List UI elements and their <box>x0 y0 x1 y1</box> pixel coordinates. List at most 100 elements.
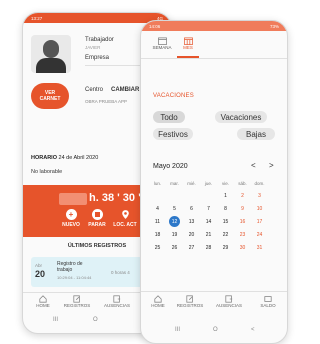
left-nav-records[interactable]: REGISTROS <box>59 295 95 308</box>
calendar-day[interactable]: 5 <box>168 203 181 214</box>
left-nav-home[interactable]: HOME <box>29 295 57 308</box>
calendar-month-icon <box>183 37 193 45</box>
right-status-bar: 14:06 73% <box>141 21 287 31</box>
calendar-day[interactable]: 19 <box>168 229 181 240</box>
calendar-day[interactable]: 16 <box>236 216 249 227</box>
worker-photo-body <box>36 58 66 73</box>
calendar-day[interactable]: 25 <box>151 242 164 253</box>
calendar-day[interactable]: 3 <box>253 190 266 201</box>
center-label: Centro <box>85 87 104 93</box>
calendar-day[interactable]: 18 <box>151 229 164 240</box>
record-time: 10:29:04 - 11:04:44 <box>57 275 92 280</box>
record-day: 20 <box>35 269 46 279</box>
filter-chip-all[interactable]: Todo <box>153 111 185 123</box>
calendar-month-label: Mayo 2020 <box>153 163 188 170</box>
location-pin-icon <box>121 210 129 219</box>
left-nav-absences-label: AUSENCIAS <box>103 303 130 308</box>
calendar-empty-cell <box>202 190 215 201</box>
worker-label: Trabajador <box>85 37 114 43</box>
weekday-label: mié. <box>187 181 196 186</box>
calendar-day[interactable]: 20 <box>185 229 198 240</box>
filter-chip-sick-leave[interactable]: Bajas <box>237 128 275 140</box>
right-nav-balance[interactable]: SALDO <box>253 295 283 308</box>
calendar-day[interactable]: 7 <box>202 203 215 214</box>
calendar-day[interactable]: 30 <box>236 242 249 253</box>
right-nav-balance-label: SALDO <box>260 303 276 308</box>
filter-chip-vacations[interactable]: Vacaciones <box>215 111 267 123</box>
calendar-week-row: 4 5 6 7 8 9 10 <box>151 203 266 214</box>
left-status-time: 13:27 <box>31 15 43 21</box>
calendar-day[interactable]: 12 <box>169 216 180 227</box>
filter-chip-holidays[interactable]: Festivos <box>153 128 193 140</box>
right-nav-absences[interactable]: AUSENCIAS <box>211 295 247 308</box>
right-system-home-button[interactable]: O <box>213 327 218 333</box>
weekday-label: sáb. <box>238 181 247 186</box>
plus-icon: + <box>65 209 77 220</box>
calendar-day[interactable]: 1 <box>219 190 232 201</box>
change-center-link[interactable]: CAMBIAR <box>111 87 139 93</box>
calendar-day[interactable]: 15 <box>219 216 232 227</box>
weekday-header: lun. mar. mié. jue. vie. sáb. dom. <box>151 181 266 186</box>
new-record-button[interactable]: + NUEVO <box>59 209 83 228</box>
calendar-day[interactable]: 24 <box>253 229 266 240</box>
calendar-day[interactable]: 28 <box>202 242 215 253</box>
right-status-time: 14:06 <box>149 23 161 29</box>
tabs-divider <box>141 58 287 59</box>
calendar-day[interactable]: 21 <box>202 229 215 240</box>
right-nav-home-label: HOME <box>151 303 165 308</box>
view-card-button[interactable]: VER CARNET <box>31 83 69 109</box>
tab-week[interactable]: SEMANA <box>149 37 175 50</box>
left-nav-absences[interactable]: AUSENCIAS <box>99 295 135 308</box>
absence-icon <box>113 295 121 303</box>
right-nav-home[interactable]: HOME <box>145 295 171 308</box>
worker-photo <box>31 35 71 73</box>
right-system-back-button[interactable]: < <box>251 327 255 333</box>
calendar-day[interactable]: 14 <box>202 216 215 227</box>
weekday-label: vie. <box>221 181 229 186</box>
calendar-day[interactable]: 8 <box>219 203 232 214</box>
weekday-label: jue. <box>204 181 213 186</box>
calendar-week-row: 123 <box>151 190 266 201</box>
right-system-recents-button[interactable]: III <box>175 327 180 333</box>
calendar-empty-cell <box>185 190 198 201</box>
left-nav-home-label: HOME <box>36 303 50 308</box>
calendar-day[interactable]: 22 <box>219 229 232 240</box>
section-title: VACACIONES <box>153 93 194 99</box>
calendar-weeks: 1 2 3 4 5 6 7 8 9 10 11 12 13 14 15 16 17 18 19 20 21 22 23 24 2… <box>151 190 266 253</box>
calendar-next-button[interactable]: > <box>269 161 274 170</box>
home-icon <box>154 295 162 303</box>
left-system-recents-button[interactable]: III <box>53 317 58 323</box>
new-record-label: NUEVO <box>62 222 80 228</box>
tab-month[interactable]: MES <box>175 37 201 50</box>
worker-photo-head <box>43 40 59 58</box>
left-nav-records-label: REGISTROS <box>63 303 91 308</box>
stop-button[interactable]: PARAR <box>85 209 109 228</box>
timer-hours-box <box>59 193 87 205</box>
weekday-label: lun. <box>153 181 162 186</box>
calendar-day[interactable]: 17 <box>253 216 266 227</box>
record-title: Registro de trabajo <box>57 261 83 273</box>
calendar-day[interactable]: 31 <box>253 242 266 253</box>
left-system-home-button[interactable]: O <box>93 317 98 323</box>
calendar-day[interactable]: 2 <box>236 190 249 201</box>
calendar-day[interactable]: 13 <box>185 216 198 227</box>
schedule-label: HORARIO <box>31 155 57 161</box>
timer-display: h. 38 ' 30 " <box>89 192 144 204</box>
weekday-label: mar. <box>170 181 179 186</box>
record-duration: 0 horas 4 <box>111 270 130 275</box>
calendar-day[interactable]: 29 <box>219 242 232 253</box>
right-phone: 14:06 73% SEMANA MES VACACIONES Todo Vac… <box>140 20 288 344</box>
calendar-day[interactable]: 26 <box>168 242 181 253</box>
calendar-day[interactable]: 4 <box>151 203 164 214</box>
schedule-status: No laborable <box>31 169 63 175</box>
update-location-button[interactable]: LOC. ACT <box>111 209 139 228</box>
calendar-day[interactable]: 11 <box>151 216 164 227</box>
calendar-day[interactable]: 9 <box>236 203 249 214</box>
calendar-day[interactable]: 23 <box>236 229 249 240</box>
right-nav-records[interactable]: REGISTROS <box>173 295 207 308</box>
edit-document-icon <box>186 295 193 303</box>
calendar-prev-button[interactable]: < <box>251 161 256 170</box>
calendar-day[interactable]: 27 <box>185 242 198 253</box>
calendar-day[interactable]: 6 <box>185 203 198 214</box>
calendar-day[interactable]: 10 <box>253 203 266 214</box>
